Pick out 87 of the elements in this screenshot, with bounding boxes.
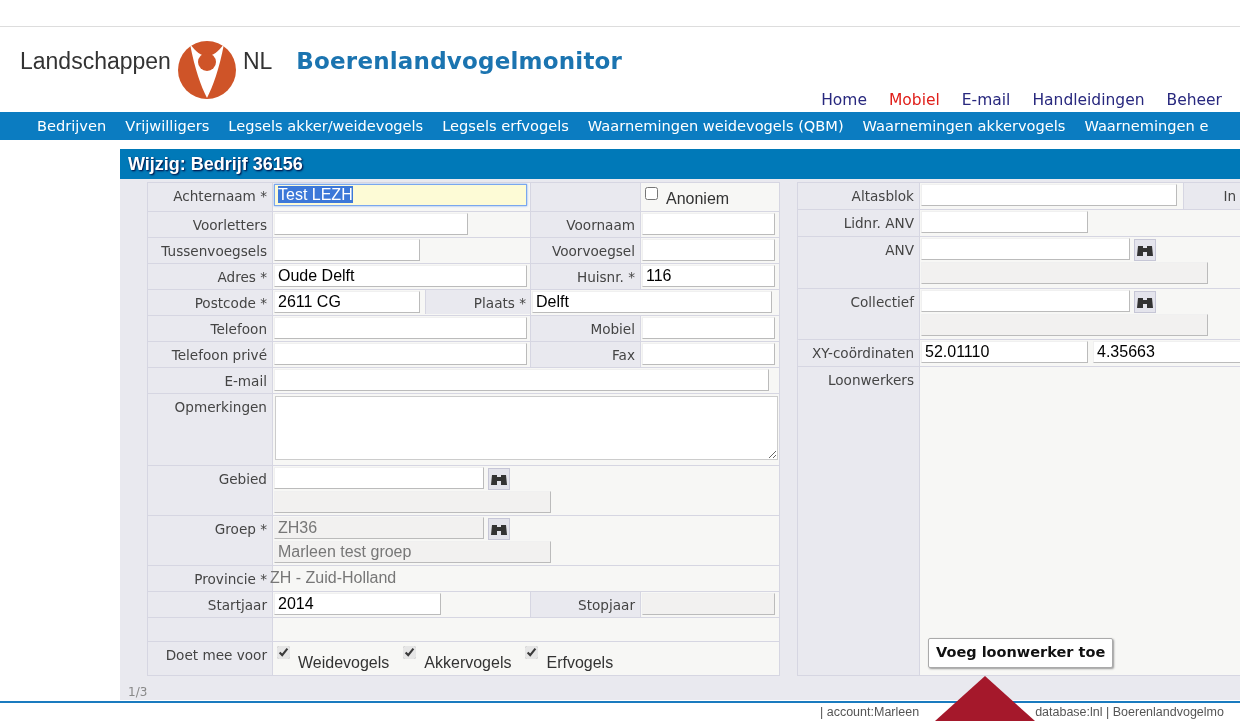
- binoculars-icon[interactable]: [488, 518, 510, 540]
- field-label: Mobiel: [590, 321, 635, 337]
- input-field[interactable]: [642, 343, 775, 365]
- input-field[interactable]: [921, 313, 1208, 336]
- binoculars-icon[interactable]: [488, 468, 510, 490]
- field-label: E-mail: [224, 373, 267, 389]
- checkbox-label: Erfvogels: [546, 653, 614, 673]
- input-field[interactable]: [921, 210, 1088, 233]
- panel-title: Wijzig: Bedrijf 36156: [128, 152, 303, 176]
- add-button[interactable]: Voeg loonwerker toe: [928, 638, 1114, 668]
- field-label: Doet mee voor: [165, 647, 267, 663]
- field-label: XY-coördinaten: [811, 345, 914, 362]
- field-label: Provincie *: [194, 571, 267, 587]
- input-field[interactable]: 2611 CG: [274, 291, 420, 313]
- text-area[interactable]: [275, 396, 778, 460]
- input-field[interactable]: Delft: [532, 291, 772, 313]
- menu-item[interactable]: Vrijwilligers: [125, 115, 210, 137]
- input-field[interactable]: [274, 343, 527, 365]
- input-field[interactable]: [274, 213, 468, 235]
- input-field[interactable]: 52.01110: [921, 341, 1088, 364]
- menu-item[interactable]: Waarnemingen weidevogels (QBM): [587, 115, 844, 137]
- field-label: Telefoon privé: [171, 347, 267, 363]
- menu-item[interactable]: Bedrijven: [37, 115, 107, 137]
- input-field[interactable]: [921, 237, 1130, 260]
- field-label: Groep *: [214, 521, 267, 537]
- field-label: Huisnr. *: [576, 269, 635, 285]
- field-label: Voornaam: [566, 217, 635, 233]
- input-field[interactable]: 2014: [274, 593, 441, 615]
- menu-item[interactable]: Legsels akker/weidevogels: [228, 115, 424, 137]
- field-label: ANV: [885, 241, 914, 258]
- input-field[interactable]: [921, 184, 1177, 206]
- footer-text: | account:Marleen: [820, 703, 920, 721]
- field-label: Loonwerkers: [827, 372, 914, 389]
- field-label: Collectief: [850, 293, 914, 310]
- binoculars-icon[interactable]: [1134, 290, 1156, 313]
- field-label: Opmerkingen: [174, 399, 267, 415]
- footer-text: database:lnl | Boerenlandvogelmo: [1035, 703, 1224, 721]
- field-value: ZH - Zuid-Holland: [270, 569, 397, 586]
- input-field[interactable]: [642, 317, 775, 339]
- nav-link[interactable]: Mobiel: [888, 89, 940, 113]
- logo-text: NL: [242, 47, 273, 76]
- input-field[interactable]: [642, 239, 775, 261]
- checkbox-label: Akkervogels: [424, 653, 512, 673]
- app-title: Boerenlandvogelmonitor: [296, 47, 623, 76]
- menu-item[interactable]: Waarnemingen e: [1084, 115, 1209, 137]
- input-field[interactable]: 116: [642, 265, 775, 287]
- field-label: Plaats *: [473, 295, 526, 311]
- menu-item[interactable]: Waarnemingen akkervogels: [862, 115, 1066, 137]
- field-label: In: [1223, 188, 1236, 204]
- binoculars-icon[interactable]: [1134, 238, 1156, 261]
- field-label: Altasblok: [851, 188, 914, 204]
- nav-link[interactable]: Beheer: [1166, 89, 1222, 113]
- field-label: Telefoon: [210, 321, 267, 337]
- input-field[interactable]: [274, 239, 420, 261]
- field-label: Startjaar: [207, 597, 267, 613]
- checkbox[interactable]: [403, 646, 417, 659]
- field-label: Voorvoegsel: [551, 243, 635, 259]
- field-label: Fax: [612, 347, 635, 363]
- input-field[interactable]: [921, 261, 1208, 284]
- field-label: Lidnr. ANV: [843, 214, 914, 231]
- input-field[interactable]: [274, 491, 551, 513]
- checkbox-label: Anoniem: [666, 189, 730, 209]
- input-field[interactable]: [642, 213, 775, 235]
- input-field[interactable]: [921, 289, 1130, 312]
- field-label: Stopjaar: [578, 597, 635, 613]
- field-label: Postcode *: [194, 295, 267, 311]
- field-label: Gebied: [218, 471, 267, 487]
- page-indicator: 1/3: [128, 685, 148, 699]
- menu-item[interactable]: Legsels erfvogels: [442, 115, 569, 137]
- input-field[interactable]: [274, 467, 484, 489]
- checkbox[interactable]: [277, 646, 290, 659]
- nav-link[interactable]: E-mail: [961, 89, 1011, 113]
- field-label: Tussenvoegsels: [161, 243, 267, 259]
- input-field[interactable]: [274, 317, 527, 339]
- input-field[interactable]: Oude Delft: [274, 265, 527, 287]
- checkbox[interactable]: [645, 187, 658, 200]
- field-label: Voorletters: [192, 217, 267, 233]
- nav-link[interactable]: Home: [821, 89, 867, 113]
- checkbox[interactable]: [525, 646, 539, 659]
- input-field[interactable]: Test LEZH: [274, 184, 527, 206]
- checkbox-label: Weidevogels: [298, 653, 390, 673]
- field-label: Achternaam *: [173, 188, 267, 204]
- input-field[interactable]: 4.35663: [1093, 341, 1240, 364]
- field-label: Adres *: [217, 269, 267, 285]
- input-field[interactable]: [274, 369, 769, 391]
- nav-link[interactable]: Handleidingen: [1032, 89, 1145, 113]
- logo-text: Landschappen: [20, 47, 171, 76]
